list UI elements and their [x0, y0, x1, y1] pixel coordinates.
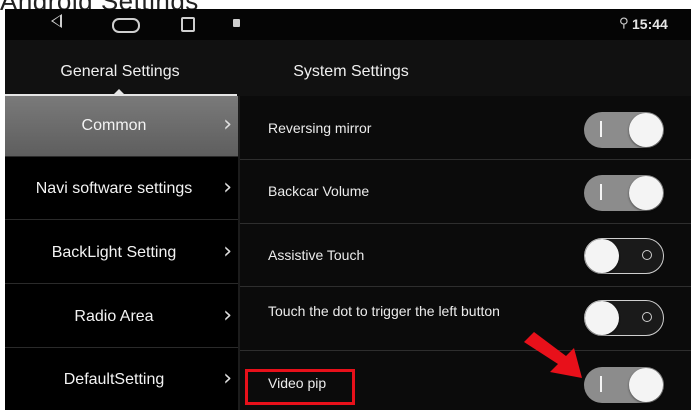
settings-sidebar: Common › Navi software settings › BackLi… — [5, 96, 238, 410]
sidebar-item-navi-software-settings[interactable]: Navi software settings › — [5, 159, 238, 220]
status-bar: ⚲ 15:44 — [5, 9, 691, 40]
recent-apps-icon[interactable] — [181, 17, 195, 32]
tab-indicator-notch — [113, 89, 125, 95]
video-pip-highlight-box — [245, 369, 355, 405]
back-icon[interactable] — [51, 14, 62, 28]
setting-row-reversing-mirror: Reversing mirror — [240, 96, 691, 160]
sidebar-item-radio-area[interactable]: Radio Area › — [5, 287, 238, 348]
chevron-right-icon: › — [223, 303, 232, 328]
chevron-right-icon: › — [223, 112, 232, 137]
video-pip-toggle[interactable] — [584, 367, 664, 403]
touch-dot-left-button-toggle[interactable] — [584, 300, 664, 336]
home-icon[interactable] — [112, 18, 140, 33]
setting-row-touch-dot-left-button: Touch the dot to trigger the left button — [240, 286, 691, 351]
location-pin-icon: ⚲ — [619, 16, 629, 31]
setting-label: Reversing mirror — [268, 120, 372, 136]
assistive-touch-toggle[interactable] — [584, 238, 664, 274]
toggle-knob — [629, 176, 663, 210]
toggle-on-mark-icon — [600, 184, 602, 200]
sidebar-item-label: Radio Area — [74, 308, 154, 325]
chevron-right-icon: › — [223, 239, 232, 264]
toggle-on-mark-icon — [600, 121, 602, 137]
red-arrow-icon — [524, 332, 582, 378]
chevron-right-icon: › — [223, 175, 232, 200]
sidebar-item-label: Navi software settings — [35, 180, 193, 197]
settings-list: Reversing mirror Backcar Volume Assistiv… — [240, 96, 691, 410]
setting-label: Backcar Volume — [268, 183, 370, 199]
toggle-knob — [585, 301, 619, 335]
arrow-shape — [524, 332, 582, 378]
backcar-volume-toggle[interactable] — [584, 175, 664, 211]
sidebar-item-defaultsetting[interactable]: DefaultSetting › — [5, 350, 238, 410]
sidebar-item-backlight-setting[interactable]: BackLight Setting › — [5, 223, 238, 284]
sidebar-item-common[interactable]: Common › — [5, 96, 238, 157]
tab-general-settings[interactable]: General Settings — [5, 40, 235, 96]
setting-label: Touch the dot to trigger the left button — [268, 303, 500, 319]
clock: 15:44 — [632, 16, 668, 32]
toggle-off-mark-icon — [642, 312, 652, 322]
toggle-knob — [629, 113, 663, 147]
settings-header: General Settings System Settings — [5, 40, 691, 96]
sidebar-item-label: Common — [81, 117, 147, 134]
notification-icon — [233, 19, 240, 27]
toggle-knob — [585, 239, 619, 273]
toggle-on-mark-icon — [600, 376, 602, 392]
toggle-knob — [629, 368, 663, 402]
sidebar-item-label: DefaultSetting — [63, 371, 165, 388]
setting-row-assistive-touch: Assistive Touch — [240, 223, 691, 287]
toggle-off-mark-icon — [642, 250, 652, 260]
chevron-right-icon: › — [223, 366, 232, 391]
setting-label: Assistive Touch — [268, 247, 365, 263]
setting-row-backcar-volume: Backcar Volume — [240, 159, 691, 224]
reversing-mirror-toggle[interactable] — [584, 112, 664, 148]
sidebar-item-label: BackLight Setting — [51, 244, 177, 261]
tab-system-settings[interactable]: System Settings — [235, 40, 467, 96]
